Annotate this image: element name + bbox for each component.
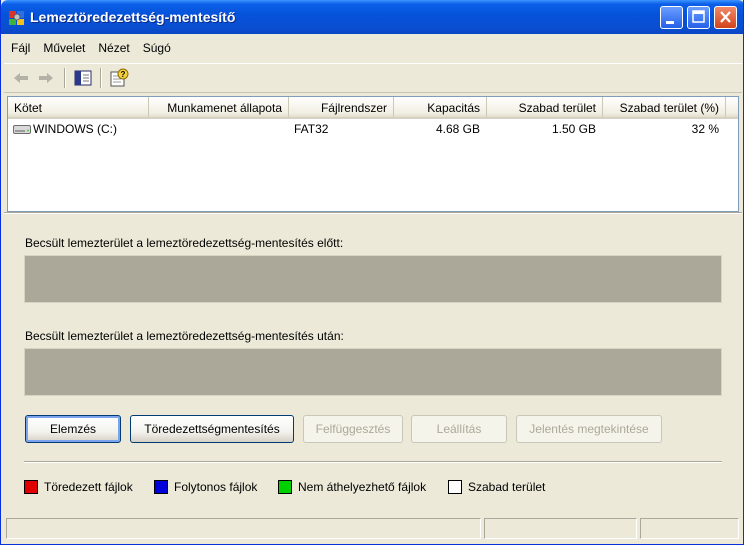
filesystem-value: FAT32 — [294, 122, 329, 136]
status-panel — [6, 518, 481, 539]
menu-action[interactable]: Művelet — [36, 38, 91, 58]
divider — [24, 461, 722, 463]
free-space-value: 1.50 GB — [551, 122, 596, 136]
legend-swatch-free-space — [448, 480, 462, 494]
estimate-after-label: Becsült lemezterület a lemeztöredezettsé… — [25, 329, 344, 343]
minimize-button[interactable] — [660, 6, 683, 29]
minimize-icon — [666, 21, 674, 24]
column-header-session-status[interactable]: Munkamenet állapota — [149, 97, 289, 117]
defrag-app-icon[interactable] — [8, 8, 26, 26]
view-report-button[interactable]: Jelentés megtekintése — [516, 415, 662, 443]
legend-label-unmovable: Nem áthelyezhető fájlok — [298, 480, 427, 494]
toolbar-separator — [100, 68, 102, 88]
pane-splitter[interactable] — [4, 212, 742, 214]
list-header: Kötet Munkamenet állapota Fájlrendszer K… — [8, 97, 738, 119]
free-space-pct-value: 32 % — [691, 122, 719, 136]
status-bar — [4, 515, 742, 541]
toolbar: ? — [4, 63, 742, 93]
legend-swatch-contiguous — [154, 480, 168, 494]
toolbar-separator — [64, 68, 66, 88]
window-title: Lemeztöredezettség-mentesítő — [30, 9, 236, 25]
stop-button[interactable]: Leállítás — [411, 415, 507, 443]
legend-label-fragmented: Töredezett fájlok — [44, 480, 133, 494]
menu-file[interactable]: Fájl — [4, 38, 36, 58]
estimate-before-display — [24, 255, 722, 303]
estimate-after-display — [24, 348, 722, 396]
status-panel — [640, 518, 739, 539]
column-header-capacity[interactable]: Kapacitás — [394, 97, 487, 117]
defragment-button[interactable]: Töredezettségmentesítés — [130, 415, 294, 443]
maximize-icon — [692, 10, 705, 23]
menu-bar: Fájl Művelet Nézet Súgó — [4, 38, 742, 60]
legend-label-free-space: Szabad terület — [468, 480, 546, 494]
svg-text:?: ? — [121, 70, 126, 79]
estimate-before-label: Becsült lemezterület a lemeztöredezettsé… — [25, 236, 344, 250]
close-button[interactable] — [714, 6, 737, 29]
capacity-value: 4.68 GB — [435, 122, 480, 136]
console-tree-icon[interactable] — [72, 67, 94, 89]
defrag-window: Lemeztöredezettség-mentesítő Fájl Művelet… — [0, 0, 744, 545]
volume-name: WINDOWS (C:) — [33, 122, 117, 136]
menu-help[interactable]: Súgó — [136, 38, 177, 58]
hard-drive-icon — [13, 125, 31, 134]
back-arrow-icon[interactable] — [10, 67, 32, 89]
menu-view[interactable]: Nézet — [91, 38, 135, 58]
legend-label-contiguous: Folytonos fájlok — [174, 480, 258, 494]
forward-arrow-icon[interactable] — [35, 67, 57, 89]
legend-swatch-unmovable — [278, 480, 292, 494]
column-header-free-space-pct[interactable]: Szabad terület (%) — [603, 97, 726, 117]
analyze-button[interactable]: Elemzés — [25, 415, 121, 443]
maximize-button[interactable] — [687, 6, 710, 29]
column-header-volume[interactable]: Kötet — [8, 97, 149, 117]
legend-swatch-fragmented — [24, 480, 38, 494]
help-icon[interactable]: ? — [108, 67, 130, 89]
status-panel — [484, 518, 637, 539]
volume-list[interactable]: Kötet Munkamenet állapota Fájlrendszer K… — [7, 96, 739, 212]
title-bar[interactable]: Lemeztöredezettség-mentesítő — [1, 0, 743, 34]
pause-button[interactable]: Felfüggesztés — [303, 415, 403, 443]
column-header-free-space[interactable]: Szabad terület — [487, 97, 603, 117]
close-icon — [720, 11, 731, 23]
column-header-filesystem[interactable]: Fájlrendszer — [289, 97, 394, 117]
table-row[interactable]: WINDOWS (C:) FAT32 4.68 GB 1.50 GB 32 % — [8, 120, 738, 138]
